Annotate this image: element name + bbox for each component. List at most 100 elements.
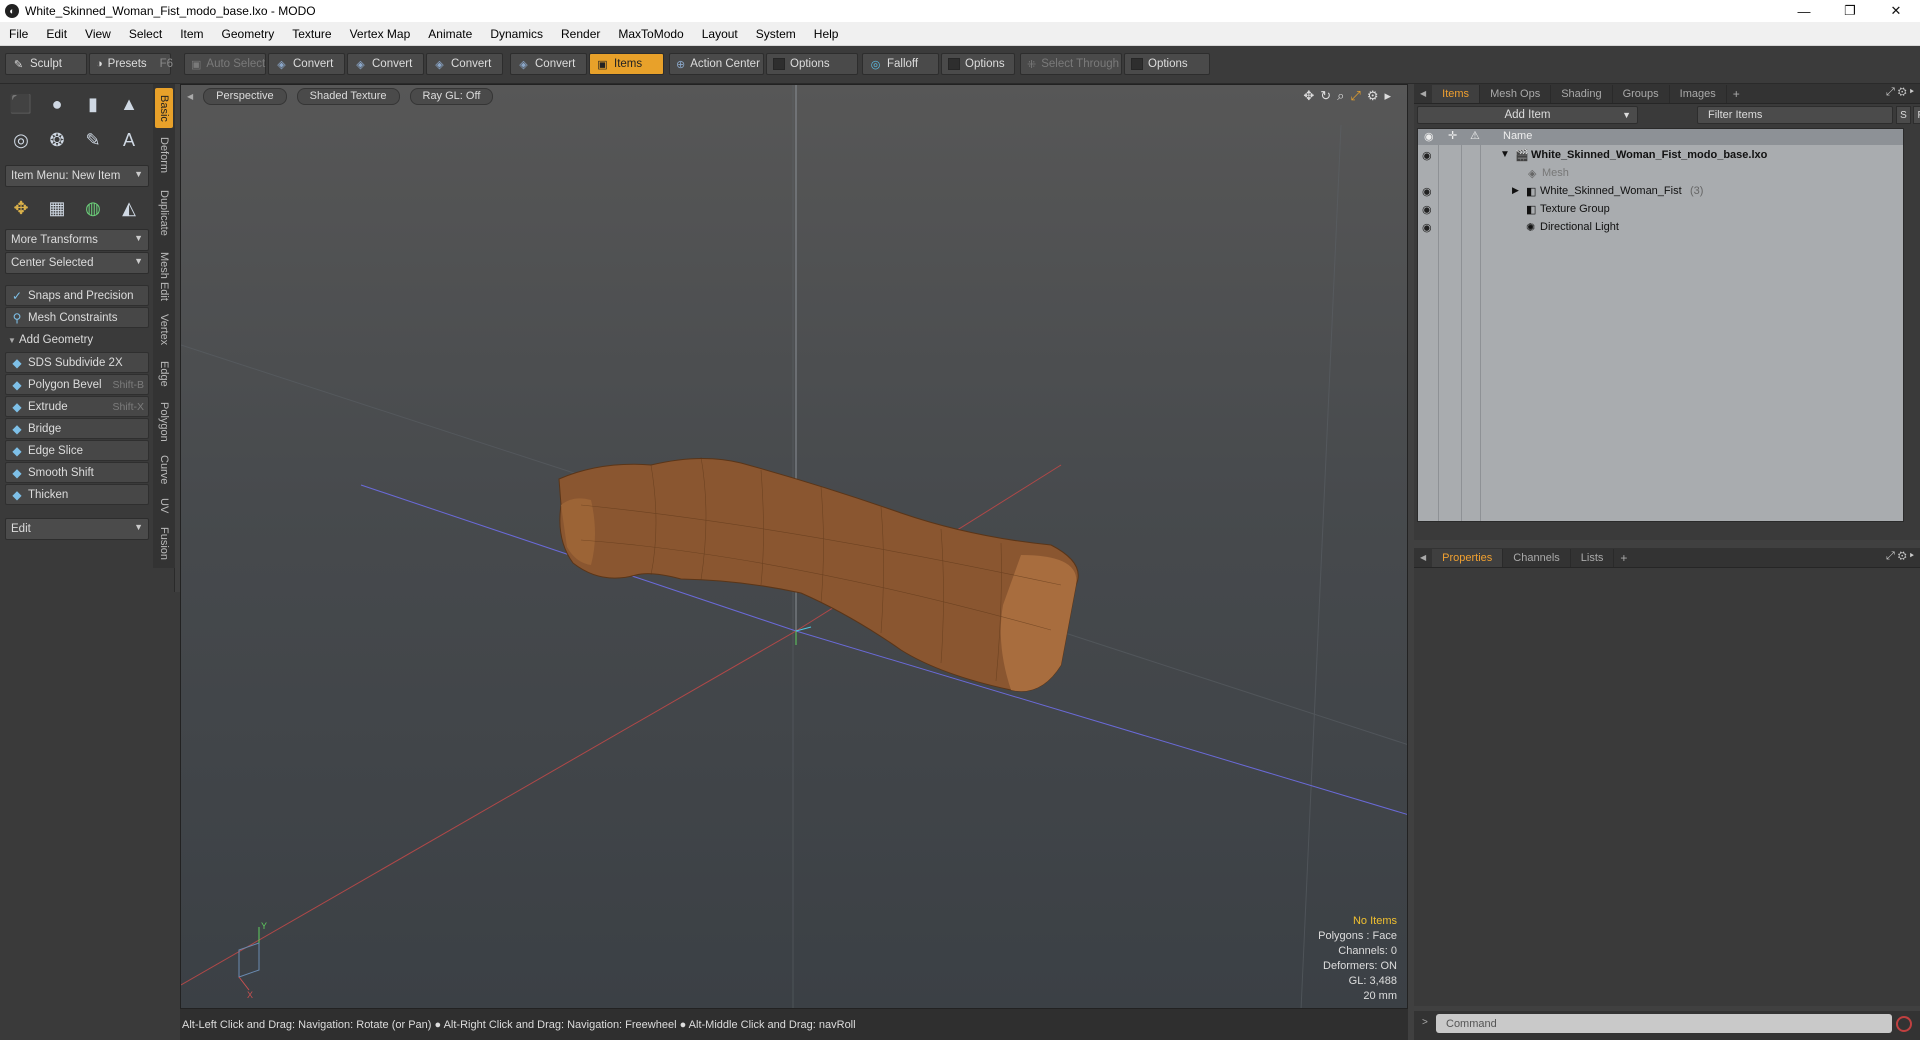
action-center-options-button[interactable]: Options <box>766 53 858 75</box>
zoom-icon[interactable]: ⌕ <box>1337 88 1344 104</box>
convert-polygons-button[interactable]: ◈ Convert <box>426 53 503 75</box>
convert-edges-button[interactable]: ◈ Convert <box>347 53 424 75</box>
tab-channels[interactable]: Channels <box>1503 548 1571 567</box>
smooth-shift-button[interactable]: ◆ Smooth Shift <box>5 462 149 483</box>
tab-groups[interactable]: Groups <box>1613 84 1670 103</box>
tree-row-scene[interactable]: ◉ ▼ 🎬 White_Skinned_Woman_Fist_modo_base… <box>1418 147 1903 165</box>
snaps-precision-button[interactable]: ✓ Snaps and Precision <box>5 285 149 306</box>
action-center-button[interactable]: ⊕ Action Center <box>669 53 764 75</box>
falloff-button[interactable]: ◎ Falloff <box>862 53 939 75</box>
tab-curve[interactable]: Curve <box>155 450 173 490</box>
tab-vertex[interactable]: Vertex <box>155 308 173 352</box>
menu-help[interactable]: Help <box>805 27 848 41</box>
expand-arrow-icon[interactable]: ▸ <box>1384 88 1391 104</box>
restore-button[interactable]: ❐ <box>1827 0 1873 22</box>
panel-menu-icon[interactable]: ◀ <box>1414 553 1432 562</box>
fit-icon[interactable]: ⤢ <box>1350 88 1360 104</box>
close-button[interactable]: ✕ <box>1873 0 1919 22</box>
panel-options-icon[interactable]: ⤢ ⚙ ▸ <box>1886 550 1914 563</box>
torus-icon[interactable]: ◎ <box>5 124 37 156</box>
tab-lists[interactable]: Lists <box>1571 548 1615 567</box>
tab-fusion[interactable]: Fusion <box>155 522 173 566</box>
convert-vertices-button[interactable]: ◈ Convert <box>268 53 345 75</box>
tab-mesh-ops[interactable]: Mesh Ops <box>1480 84 1552 103</box>
tab-basic[interactable]: Basic <box>155 88 173 128</box>
ray-gl-button[interactable]: Ray GL: Off <box>409 87 494 105</box>
menu-dynamics[interactable]: Dynamics <box>481 27 552 41</box>
expand-arrow-icon[interactable]: ▼ <box>1500 149 1510 160</box>
cube-icon[interactable]: ⬛ <box>5 88 37 120</box>
text-tool-icon[interactable]: A <box>113 124 145 156</box>
polygon-bevel-button[interactable]: ◆ Polygon Bevel Shift-B <box>5 374 149 395</box>
menu-animate[interactable]: Animate <box>419 27 481 41</box>
cone-icon[interactable]: ▲ <box>113 88 145 120</box>
tree-row-mesh[interactable]: ◈ Mesh <box>1418 165 1903 183</box>
item-menu-dropdown[interactable]: Item Menu: New Item ▼ <box>5 165 149 187</box>
tab-edge[interactable]: Edge <box>155 354 173 394</box>
center-selected-dropdown[interactable]: Center Selected ▼ <box>5 252 149 274</box>
sds-subdivide-button[interactable]: ◆ SDS Subdivide 2X <box>5 352 149 373</box>
gear-icon[interactable]: ⚙ <box>1367 88 1379 104</box>
f-toggle-button[interactable]: F <box>1913 106 1920 124</box>
tab-items[interactable]: Items <box>1432 84 1481 103</box>
tab-duplicate[interactable]: Duplicate <box>155 182 173 244</box>
more-transforms-dropdown[interactable]: More Transforms ▼ <box>5 229 149 251</box>
tab-mesh-edit[interactable]: Mesh Edit <box>155 246 173 306</box>
eye-icon[interactable]: ◉ <box>1422 203 1434 216</box>
menu-texture[interactable]: Texture <box>283 27 340 41</box>
3d-viewport[interactable]: Y X ◀ Perspective Shaded Texture Ray GL:… <box>180 84 1408 1009</box>
eye-icon[interactable]: ◉ <box>1422 185 1434 198</box>
presets-button[interactable]: ◑ Presets F6 <box>89 53 173 75</box>
minimize-button[interactable]: — <box>1781 0 1827 22</box>
transform-gizmo-icon[interactable]: ✥ <box>5 192 37 224</box>
eye-icon[interactable]: ◉ <box>1422 149 1434 162</box>
cylinder-icon[interactable]: ▮ <box>77 88 109 120</box>
add-item-dropdown[interactable]: Add Item ▼ <box>1417 106 1638 124</box>
menu-system[interactable]: System <box>747 27 805 41</box>
menu-render[interactable]: Render <box>552 27 609 41</box>
menu-item[interactable]: Item <box>171 27 212 41</box>
items-mode-button[interactable]: ▣ Items <box>589 53 664 75</box>
add-tab-icon[interactable]: + <box>1614 551 1633 565</box>
menu-vertex-map[interactable]: Vertex Map <box>341 27 420 41</box>
plane-icon[interactable]: ◭ <box>113 192 145 224</box>
menu-select[interactable]: Select <box>120 27 171 41</box>
s-toggle-button[interactable]: S <box>1896 106 1911 124</box>
menu-maxtomodo[interactable]: MaxToModo <box>609 27 692 41</box>
grid-icon[interactable]: ▦ <box>41 192 73 224</box>
mesh-constraints-button[interactable]: ⚲ Mesh Constraints <box>5 307 149 328</box>
tab-images[interactable]: Images <box>1670 84 1727 103</box>
globe-icon[interactable]: ◍ <box>77 192 109 224</box>
tab-shading[interactable]: Shading <box>1551 84 1613 103</box>
select-through-button[interactable]: ⁜ Select Through <box>1020 53 1122 75</box>
select-through-options-button[interactable]: Options <box>1124 53 1210 75</box>
edit-dropdown[interactable]: Edit ▼ <box>5 518 149 540</box>
tab-deform[interactable]: Deform <box>155 130 173 180</box>
pen-tool-icon[interactable]: ✎ <box>77 124 109 156</box>
command-input[interactable]: Command <box>1436 1014 1892 1033</box>
shaded-texture-button[interactable]: Shaded Texture <box>296 87 400 105</box>
pan-icon[interactable]: ✥ <box>1303 88 1314 104</box>
viewport-menu-icon[interactable]: ◀ <box>187 92 193 101</box>
falloff-options-button[interactable]: Options <box>941 53 1015 75</box>
tree-row-texture-group[interactable]: ◉ ◧ Texture Group <box>1418 201 1903 219</box>
tree-row-group[interactable]: ◉ ▶ ◧ White_Skinned_Woman_Fist (3) <box>1418 183 1903 201</box>
menu-geometry[interactable]: Geometry <box>213 27 284 41</box>
menu-view[interactable]: View <box>76 27 120 41</box>
sculpt-button[interactable]: ✎ Sculpt <box>5 53 87 75</box>
add-tab-icon[interactable]: + <box>1727 87 1746 101</box>
eye-icon[interactable]: ◉ <box>1422 221 1434 234</box>
menu-layout[interactable]: Layout <box>693 27 747 41</box>
menu-edit[interactable]: Edit <box>37 27 76 41</box>
panel-menu-icon[interactable]: ◀ <box>1414 89 1432 98</box>
add-geometry-section[interactable]: ▼ Add Geometry <box>5 330 149 350</box>
name-column-header[interactable]: Name <box>1503 130 1532 142</box>
tree-row-light[interactable]: ◉ ✺ Directional Light <box>1418 219 1903 237</box>
thicken-button[interactable]: ◆ Thicken <box>5 484 149 505</box>
rotate-icon[interactable]: ↻ <box>1320 88 1331 104</box>
extrude-button[interactable]: ◆ Extrude Shift-X <box>5 396 149 417</box>
edge-slice-button[interactable]: ◆ Edge Slice <box>5 440 149 461</box>
bridge-button[interactable]: ◆ Bridge <box>5 418 149 439</box>
sphere-icon[interactable]: ● <box>41 88 73 120</box>
tab-properties[interactable]: Properties <box>1432 548 1504 567</box>
